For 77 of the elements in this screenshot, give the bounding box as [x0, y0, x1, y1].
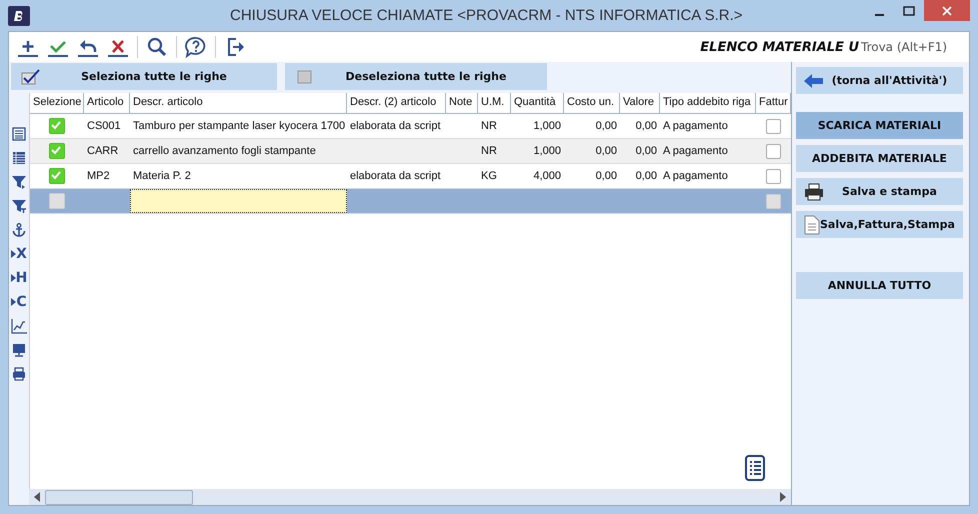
app-logo-icon — [8, 6, 30, 26]
table-cell-text: A pagamento — [662, 119, 729, 134]
column-header[interactable]: Fattur — [756, 93, 791, 113]
table-cell-text: 1,000 — [532, 119, 562, 134]
action-button[interactable]: Salva,Fattura,Stampa — [796, 211, 963, 238]
column-header[interactable]: Costo un. — [564, 93, 620, 113]
close-button[interactable] — [924, 0, 970, 21]
table-cell-text: elaborata da script — [349, 169, 442, 184]
grid-icon[interactable] — [12, 150, 26, 166]
checkbox[interactable] — [766, 194, 781, 208]
table-cell-text: Materia P. 2 — [132, 169, 192, 184]
checkbox[interactable] — [49, 193, 65, 209]
table-cell-text: A pagamento — [662, 169, 729, 184]
list-icon[interactable] — [745, 455, 765, 481]
column-header[interactable]: Note — [446, 93, 478, 113]
check-icon — [50, 169, 62, 181]
list-icon[interactable] — [12, 126, 26, 142]
select-all-button[interactable]: Seleziona tutte le righe — [11, 63, 277, 90]
action-button[interactable]: (torna all'Attività') — [796, 67, 963, 94]
table-cell-text: 0,00 — [594, 169, 618, 184]
column-header[interactable]: Articolo — [84, 93, 130, 113]
check-icon — [50, 144, 62, 156]
action-button[interactable]: Salva e stampa — [796, 178, 963, 205]
table-cell-text: 0,00 — [594, 144, 618, 159]
table-cell-text: 0,00 — [634, 119, 658, 134]
checkbox[interactable] — [49, 143, 65, 159]
table-cell-text: NR — [480, 119, 498, 134]
column-header[interactable]: Tipo addebito riga — [660, 93, 756, 113]
section-heading: ELENCO MATERIALE U — [700, 40, 859, 54]
anchor-icon[interactable] — [12, 222, 26, 238]
chart-icon[interactable] — [11, 318, 27, 334]
table-cell-text: A pagamento — [662, 144, 729, 159]
checkbox[interactable] — [766, 168, 781, 184]
table-cell-text: 1,000 — [532, 144, 562, 159]
filter-icon[interactable] — [12, 174, 26, 190]
action-button[interactable]: ANNULLA TUTTO — [796, 272, 963, 299]
column-header[interactable]: Descr. articolo — [130, 93, 347, 113]
table-cell-text: Tamburo per stampante laser kyocera 1700 — [132, 119, 346, 134]
action-button[interactable]: SCARICA MATERIALI — [796, 112, 963, 139]
input-field[interactable] — [130, 189, 347, 213]
horizontal-scrollbar[interactable] — [29, 489, 791, 505]
table-cell-text: NR — [480, 144, 498, 159]
close-icon — [942, 6, 952, 16]
table-cell-text: 4,000 — [532, 169, 562, 184]
filter2-icon[interactable] — [12, 198, 26, 214]
action-button[interactable]: ADDEBITA MATERIALE — [796, 145, 963, 172]
arrow-left-icon — [804, 74, 824, 88]
checkbox[interactable] — [766, 144, 781, 158]
column-header[interactable]: Valore — [620, 93, 660, 113]
printer-icon[interactable] — [12, 366, 26, 382]
column-header[interactable]: U.M. — [478, 93, 511, 113]
table-cell-text: CS001 — [86, 119, 122, 134]
check-icon — [50, 119, 62, 131]
table-cell-text: 0,00 — [594, 119, 618, 134]
window-title: CHIUSURA VELOCE CHIAMATE <PROVACRM - NTS INFORMATICA S.R.> — [230, 7, 743, 24]
table-cell-text: CARR — [86, 144, 120, 159]
scroll-right-icon[interactable] — [779, 492, 787, 502]
table-cell-text: KG — [480, 169, 498, 184]
column-header[interactable]: Selezione — [30, 93, 84, 113]
scroll-left-icon[interactable] — [33, 492, 41, 502]
minimize-icon — [874, 14, 884, 16]
checkbox[interactable] — [766, 118, 781, 134]
checkbox-icon — [21, 68, 41, 84]
document-icon — [804, 214, 820, 234]
deselect-all-button[interactable]: Deseleziona tutte le righe — [285, 63, 547, 90]
table-cell-text: elaborata da script — [349, 119, 442, 134]
checkbox[interactable] — [49, 168, 65, 184]
table-cell-text: carrello avanzamento fogli stampante — [132, 144, 317, 159]
column-header[interactable]: Descr. (2) articolo — [347, 93, 446, 113]
checkbox[interactable] — [49, 118, 65, 134]
table-cell-text: 0,00 — [634, 169, 658, 184]
maximize-icon — [903, 6, 915, 16]
table-cell-text: MP2 — [86, 169, 111, 184]
printer-icon — [804, 182, 824, 200]
monitor-icon[interactable] — [12, 342, 26, 358]
column-header[interactable]: Quantità — [511, 93, 564, 113]
table-cell-text: 0,00 — [634, 144, 658, 159]
